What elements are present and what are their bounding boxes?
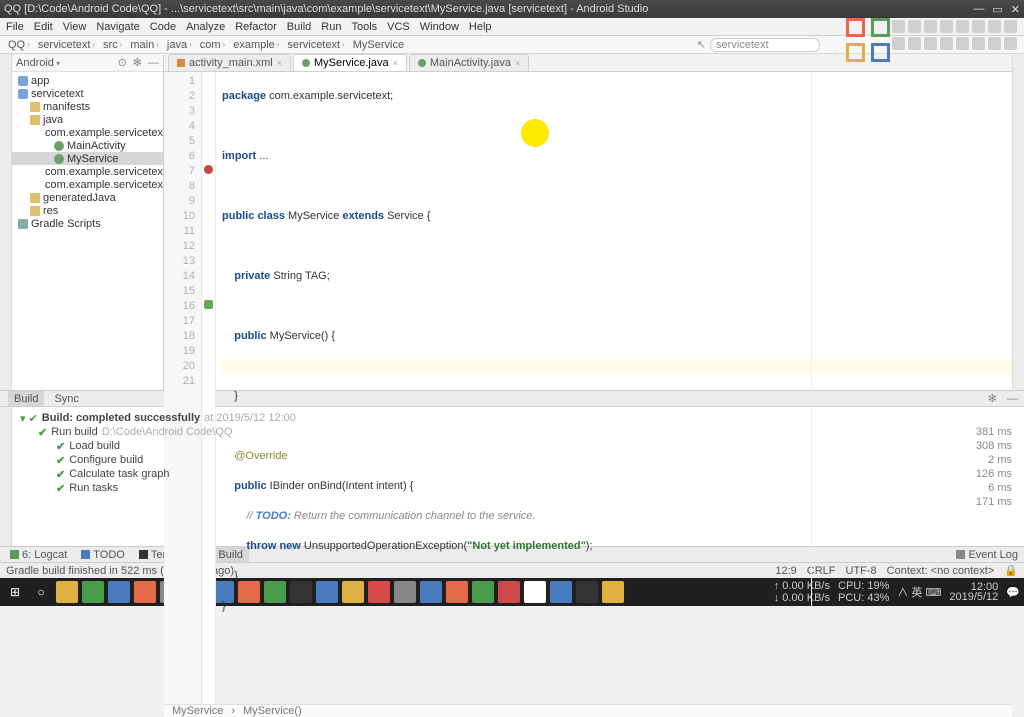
file-icon <box>418 59 426 67</box>
build-head-row[interactable]: ▾ ✔ Build: completed successfully at 201… <box>20 411 1016 425</box>
start-button[interactable]: ⊞ <box>4 581 26 603</box>
crumb[interactable]: servicetext› <box>285 39 346 51</box>
tree-item[interactable]: servicetext <box>12 87 163 100</box>
tree-item[interactable]: manifests <box>12 100 163 113</box>
editor-tab[interactable]: activity_main.xml× <box>168 54 291 71</box>
folder-icon <box>30 102 40 112</box>
menu-refactor[interactable]: Refactor <box>235 21 277 33</box>
tab-sync[interactable]: Sync <box>48 391 84 406</box>
build-panel: ▾ ✔ Build: completed successfully at 201… <box>0 406 1024 546</box>
folder-icon <box>30 115 40 125</box>
tree-item[interactable]: com.example.servicetext(androidTest) <box>12 165 163 178</box>
minimize-icon[interactable]: — <box>973 3 984 15</box>
task-app[interactable] <box>134 581 156 603</box>
hide-icon[interactable]: — <box>148 57 159 69</box>
tree-item[interactable]: MyService <box>12 152 163 165</box>
collapse-icon[interactable]: ⊙ <box>118 56 127 69</box>
folder-icon <box>30 206 40 216</box>
tab-build[interactable]: Build <box>8 391 44 406</box>
tree-item[interactable]: java <box>12 113 163 126</box>
crumb[interactable]: com› <box>198 39 227 51</box>
crumb-current[interactable]: MyService <box>351 39 406 51</box>
tree-item[interactable]: app <box>12 74 163 87</box>
close-icon[interactable]: × <box>393 58 398 68</box>
build-item[interactable]: ✔Run buildD:\Code\Android Code\QQ381 ms <box>20 425 1016 439</box>
java-icon <box>54 141 64 151</box>
tree-item[interactable]: res <box>12 204 163 217</box>
search-input[interactable]: servicetext <box>710 38 820 52</box>
menu-tools[interactable]: Tools <box>351 21 377 33</box>
task-app[interactable] <box>108 581 130 603</box>
menu-run[interactable]: Run <box>321 21 341 33</box>
menu-build[interactable]: Build <box>287 21 311 33</box>
tree-item[interactable]: Gradle Scripts <box>12 217 163 230</box>
build-item[interactable]: ✔Load build308 ms <box>20 439 1016 453</box>
tree-item[interactable]: MainActivity <box>12 139 163 152</box>
crumb[interactable]: main› <box>128 39 161 51</box>
breakpoint-icon[interactable] <box>204 165 213 174</box>
close-icon[interactable]: ✕ <box>1011 3 1020 16</box>
project-tree[interactable]: appservicetextmanifestsjavacom.example.s… <box>12 72 163 390</box>
mod-icon <box>18 76 28 86</box>
left-tool-strip[interactable] <box>0 54 12 390</box>
build-item[interactable]: ✔Calculate task graph126 ms <box>20 467 1016 481</box>
menu-file[interactable]: File <box>6 21 24 33</box>
settings-icon[interactable]: ✻ <box>133 56 142 69</box>
crumb-root[interactable]: QQ› <box>6 39 32 51</box>
menu-navigate[interactable]: Navigate <box>96 21 139 33</box>
toolbar-icons[interactable] <box>890 18 1020 52</box>
right-tool-strip[interactable] <box>1012 54 1024 390</box>
build-item[interactable]: ✔Configure build2 ms <box>20 453 1016 467</box>
close-icon[interactable]: × <box>515 58 520 68</box>
menu-help[interactable]: Help <box>469 21 492 33</box>
run-gutter-icon[interactable] <box>204 300 213 309</box>
folder-icon <box>30 193 40 203</box>
task-app[interactable] <box>82 581 104 603</box>
tab-todo[interactable]: TODO <box>75 547 131 562</box>
menu-code[interactable]: Code <box>150 21 176 33</box>
titlebar: QQ [D:\Code\Android Code\QQ] - ...\servi… <box>0 0 1024 18</box>
code-editor[interactable]: package com.example.servicetext; import … <box>216 72 1012 704</box>
menu-view[interactable]: View <box>63 21 87 33</box>
menu-window[interactable]: Window <box>420 21 459 33</box>
editor-tab[interactable]: MainActivity.java× <box>409 54 529 71</box>
file-icon <box>302 59 310 67</box>
cortana-icon[interactable]: ○ <box>30 581 52 603</box>
java-icon <box>54 154 64 164</box>
task-app[interactable] <box>56 581 78 603</box>
mod-icon <box>18 89 28 99</box>
tab-logcat[interactable]: 6: Logcat <box>4 547 73 562</box>
tree-item[interactable]: generatedJava <box>12 191 163 204</box>
crumb[interactable]: servicetext› <box>36 39 97 51</box>
crumb[interactable]: java› <box>165 39 194 51</box>
menu-vcs[interactable]: VCS <box>387 21 410 33</box>
file-icon <box>177 59 185 67</box>
maximize-icon[interactable]: ▭ <box>992 3 1002 16</box>
file-icon <box>18 219 28 229</box>
editor-tab[interactable]: MyService.java× <box>293 54 407 71</box>
menu-edit[interactable]: Edit <box>34 21 53 33</box>
crumb[interactable]: example› <box>231 39 281 51</box>
project-view-selector[interactable]: Android ⊙ ✻ — <box>12 54 163 72</box>
window-title: QQ [D:\Code\Android Code\QQ] - ...\servi… <box>4 3 965 15</box>
tree-item[interactable]: com.example.servicetext <box>12 126 163 139</box>
menu-analyze[interactable]: Analyze <box>186 21 225 33</box>
screen-recorder-logo <box>846 18 890 62</box>
build-toolbar[interactable] <box>0 407 12 546</box>
crumb[interactable]: src› <box>101 39 124 51</box>
editor-breadcrumb[interactable]: MyService›MyService() <box>164 704 1012 717</box>
build-item[interactable]: ✔Run tasks6 ms <box>20 481 1016 495</box>
project-panel: Android ⊙ ✻ — appservicetextmanifestsjav… <box>12 54 164 390</box>
close-icon[interactable]: × <box>277 58 282 68</box>
gutter-marks[interactable] <box>202 72 216 704</box>
line-gutter[interactable]: 123456789101112131415161718192021 <box>164 72 202 704</box>
tree-item[interactable]: com.example.servicetext(test) <box>12 178 163 191</box>
